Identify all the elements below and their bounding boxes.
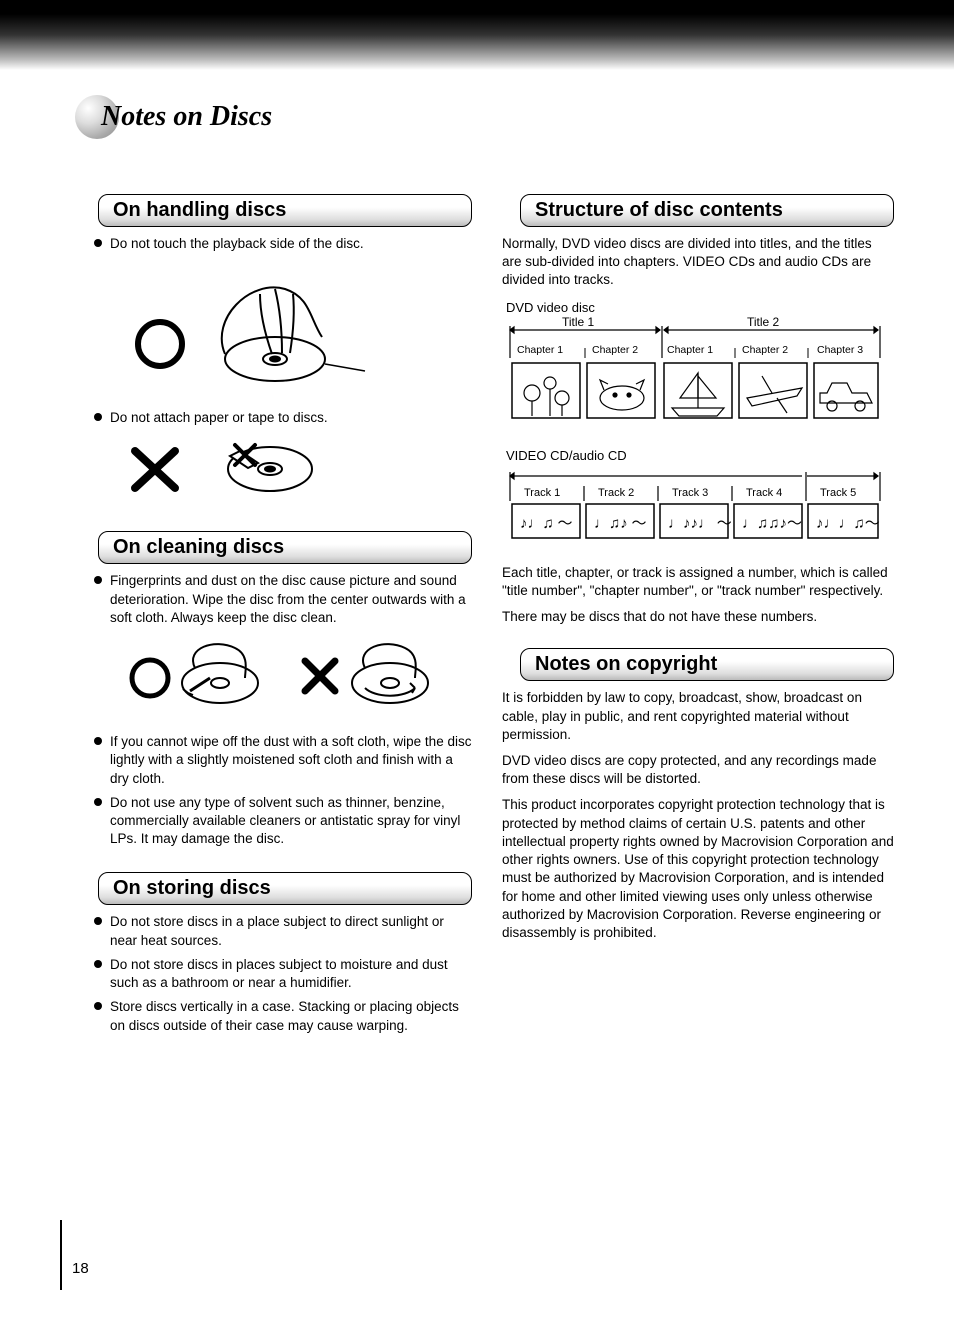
copyright-p3: This product incorporates copyright prot… (502, 796, 894, 942)
right-column: Structure of disc contents Normally, DVD… (502, 194, 894, 1041)
heading-cleaning: On cleaning discs (98, 531, 472, 564)
storing-item-2: Do not store discs in places subject to … (80, 956, 472, 992)
svg-text:♩♪♪♩ ～: ♩♪♪♩ ～ (668, 516, 732, 532)
structure-p2: Each title, chapter, or track is assigne… (502, 564, 894, 600)
page-title-area: Notes on Discs (75, 95, 894, 139)
illustration-wipe-disc (110, 633, 472, 723)
heading-structure: Structure of disc contents (520, 194, 894, 227)
storing-item-1: Do not store discs in a place subject to… (80, 913, 472, 949)
svg-text:♩♫♪ ～: ♩♫♪ ～ (594, 516, 647, 532)
page-title: Notes on Discs (101, 101, 272, 133)
heading-handling: On handling discs (98, 194, 472, 227)
cd-structure-diagram: VIDEO CD/audio CD Track 1 Track 2 Track … (502, 446, 894, 546)
handling-item-2: Do not attach paper or tape to discs. (80, 409, 472, 427)
svg-text:♩♫♫♪～: ♩♫♫♪～ (742, 516, 802, 532)
dvd-structure-diagram: DVD video disc Title 1 Title 2 Chapter 1… (502, 298, 894, 428)
track2-text: Track 2 (598, 487, 634, 499)
left-column: On handling discs Do not touch the playb… (80, 194, 472, 1041)
structure-p3: There may be discs that do not have thes… (502, 608, 894, 626)
svg-text:♪♩♫ ～: ♪♩♫ ～ (520, 516, 573, 532)
svg-text:♪♩♩♫～: ♪♩♩♫～ (816, 516, 880, 532)
cleaning-item-1: Fingerprints and dust on the disc cause … (80, 572, 472, 627)
track3-text: Track 3 (672, 487, 708, 499)
track1-text: Track 1 (524, 487, 560, 499)
copyright-p1: It is forbidden by law to copy, broadcas… (502, 689, 894, 744)
track5-text: Track 5 (820, 487, 856, 499)
heading-storing: On storing discs (98, 872, 472, 905)
structure-p1: Normally, DVD video discs are divided in… (502, 235, 894, 290)
cleaning-item-2: If you cannot wipe off the dust with a s… (80, 733, 472, 788)
heading-copyright: Notes on copyright (520, 648, 894, 681)
ch5-text: Chapter 3 (817, 344, 863, 356)
ch4-text: Chapter 2 (742, 344, 788, 356)
ch1-text: Chapter 1 (517, 344, 563, 356)
illustration-hold-disc (110, 259, 472, 399)
title1-text: Title 1 (562, 315, 595, 329)
cleaning-item-3: Do not use any type of solvent such as t… (80, 794, 472, 849)
dvd-label-text: DVD video disc (506, 300, 595, 315)
page-header-gradient (0, 0, 954, 70)
page-number: 18 (72, 1260, 89, 1277)
cd-label-text: VIDEO CD/audio CD (506, 448, 627, 463)
ch2-text: Chapter 2 (592, 344, 638, 356)
track4-text: Track 4 (746, 487, 782, 499)
illustration-no-tape (110, 433, 472, 503)
title2-text: Title 2 (747, 315, 780, 329)
side-rule (60, 1220, 62, 1290)
handling-item-1: Do not touch the playback side of the di… (80, 235, 472, 253)
copyright-p2: DVD video discs are copy protected, and … (502, 752, 894, 788)
storing-item-3: Store discs vertically in a case. Stacki… (80, 998, 472, 1034)
ch3-text: Chapter 1 (667, 344, 713, 356)
